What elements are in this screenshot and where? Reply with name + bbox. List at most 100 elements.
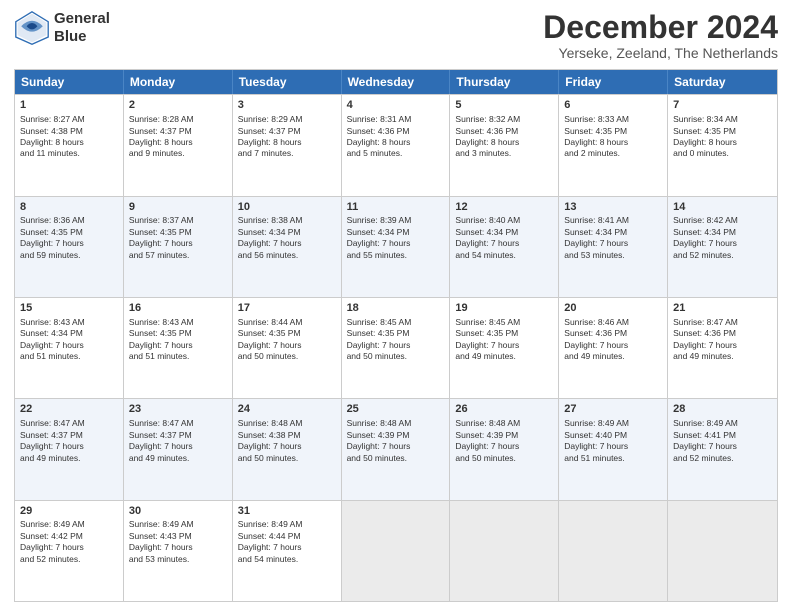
day-cell-10: 10Sunrise: 8:38 AMSunset: 4:34 PMDayligh… bbox=[233, 197, 342, 297]
day-info-line: Sunset: 4:35 PM bbox=[564, 126, 662, 137]
day-info-line: and 52 minutes. bbox=[673, 453, 772, 464]
day-info-line: Sunrise: 8:46 AM bbox=[564, 317, 662, 328]
day-info-line: Sunset: 4:35 PM bbox=[129, 328, 227, 339]
day-cell-25: 25Sunrise: 8:48 AMSunset: 4:39 PMDayligh… bbox=[342, 399, 451, 499]
day-number: 5 bbox=[455, 98, 553, 113]
day-info-line: Sunset: 4:35 PM bbox=[673, 126, 772, 137]
day-header-thursday: Thursday bbox=[450, 70, 559, 94]
day-number: 29 bbox=[20, 504, 118, 519]
day-cell-5: 5Sunrise: 8:32 AMSunset: 4:36 PMDaylight… bbox=[450, 95, 559, 195]
day-number: 20 bbox=[564, 301, 662, 316]
day-cell-19: 19Sunrise: 8:45 AMSunset: 4:35 PMDayligh… bbox=[450, 298, 559, 398]
day-info-line: Daylight: 7 hours bbox=[238, 542, 336, 553]
day-info-line: and 55 minutes. bbox=[347, 250, 445, 261]
day-info-line: Daylight: 7 hours bbox=[564, 441, 662, 452]
day-info-line: and 3 minutes. bbox=[455, 148, 553, 159]
day-info-line: Sunset: 4:35 PM bbox=[129, 227, 227, 238]
day-info-line: Sunrise: 8:45 AM bbox=[347, 317, 445, 328]
day-info-line: and 49 minutes. bbox=[20, 453, 118, 464]
calendar: SundayMondayTuesdayWednesdayThursdayFrid… bbox=[14, 69, 778, 602]
day-info-line: and 7 minutes. bbox=[238, 148, 336, 159]
day-info-line: Sunrise: 8:49 AM bbox=[564, 418, 662, 429]
day-info-line: and 53 minutes. bbox=[564, 250, 662, 261]
day-cell-15: 15Sunrise: 8:43 AMSunset: 4:34 PMDayligh… bbox=[15, 298, 124, 398]
day-info-line: Sunrise: 8:43 AM bbox=[129, 317, 227, 328]
day-info-line: Daylight: 8 hours bbox=[238, 137, 336, 148]
day-info-line: Sunrise: 8:33 AM bbox=[564, 114, 662, 125]
day-info-line: Sunset: 4:35 PM bbox=[20, 227, 118, 238]
header: General Blue December 2024 Yerseke, Zeel… bbox=[14, 10, 778, 61]
day-info-line: Sunrise: 8:38 AM bbox=[238, 215, 336, 226]
week-row-5: 29Sunrise: 8:49 AMSunset: 4:42 PMDayligh… bbox=[15, 500, 777, 601]
day-info-line: and 0 minutes. bbox=[673, 148, 772, 159]
day-info-line: Sunrise: 8:47 AM bbox=[673, 317, 772, 328]
day-info-line: Daylight: 7 hours bbox=[564, 238, 662, 249]
day-info-line: and 5 minutes. bbox=[347, 148, 445, 159]
day-cell-9: 9Sunrise: 8:37 AMSunset: 4:35 PMDaylight… bbox=[124, 197, 233, 297]
day-info-line: Sunset: 4:36 PM bbox=[673, 328, 772, 339]
empty-cell bbox=[668, 501, 777, 601]
day-info-line: Sunrise: 8:48 AM bbox=[347, 418, 445, 429]
day-number: 23 bbox=[129, 402, 227, 417]
day-info-line: Sunrise: 8:44 AM bbox=[238, 317, 336, 328]
day-number: 4 bbox=[347, 98, 445, 113]
day-info-line: Sunset: 4:36 PM bbox=[564, 328, 662, 339]
day-number: 12 bbox=[455, 200, 553, 215]
day-number: 2 bbox=[129, 98, 227, 113]
day-cell-8: 8Sunrise: 8:36 AMSunset: 4:35 PMDaylight… bbox=[15, 197, 124, 297]
day-info-line: Sunset: 4:41 PM bbox=[673, 430, 772, 441]
day-info-line: Daylight: 7 hours bbox=[129, 441, 227, 452]
day-info-line: and 11 minutes. bbox=[20, 148, 118, 159]
day-cell-29: 29Sunrise: 8:49 AMSunset: 4:42 PMDayligh… bbox=[15, 501, 124, 601]
logo: General Blue bbox=[14, 10, 110, 46]
day-info-line: and 54 minutes. bbox=[238, 554, 336, 565]
day-info-line: Sunrise: 8:29 AM bbox=[238, 114, 336, 125]
day-info-line: and 51 minutes. bbox=[20, 351, 118, 362]
day-info-line: Sunrise: 8:49 AM bbox=[673, 418, 772, 429]
day-info-line: Sunset: 4:37 PM bbox=[238, 126, 336, 137]
day-info-line: Daylight: 7 hours bbox=[564, 340, 662, 351]
day-number: 10 bbox=[238, 200, 336, 215]
day-info-line: Sunrise: 8:41 AM bbox=[564, 215, 662, 226]
main-title: December 2024 bbox=[543, 10, 778, 45]
day-info-line: and 53 minutes. bbox=[129, 554, 227, 565]
day-cell-30: 30Sunrise: 8:49 AMSunset: 4:43 PMDayligh… bbox=[124, 501, 233, 601]
day-cell-4: 4Sunrise: 8:31 AMSunset: 4:36 PMDaylight… bbox=[342, 95, 451, 195]
day-number: 13 bbox=[564, 200, 662, 215]
day-info-line: Daylight: 8 hours bbox=[564, 137, 662, 148]
day-cell-18: 18Sunrise: 8:45 AMSunset: 4:35 PMDayligh… bbox=[342, 298, 451, 398]
day-cell-20: 20Sunrise: 8:46 AMSunset: 4:36 PMDayligh… bbox=[559, 298, 668, 398]
day-info-line: Sunrise: 8:48 AM bbox=[455, 418, 553, 429]
day-info-line: Sunrise: 8:39 AM bbox=[347, 215, 445, 226]
day-header-friday: Friday bbox=[559, 70, 668, 94]
day-cell-1: 1Sunrise: 8:27 AMSunset: 4:38 PMDaylight… bbox=[15, 95, 124, 195]
day-info-line: Sunrise: 8:49 AM bbox=[129, 519, 227, 530]
day-info-line: and 50 minutes. bbox=[238, 453, 336, 464]
day-info-line: Daylight: 7 hours bbox=[347, 340, 445, 351]
day-header-wednesday: Wednesday bbox=[342, 70, 451, 94]
page: General Blue December 2024 Yerseke, Zeel… bbox=[0, 0, 792, 612]
day-number: 31 bbox=[238, 504, 336, 519]
day-info-line: Sunset: 4:35 PM bbox=[347, 328, 445, 339]
day-info-line: Sunrise: 8:37 AM bbox=[129, 215, 227, 226]
day-info-line: and 50 minutes. bbox=[455, 453, 553, 464]
day-cell-7: 7Sunrise: 8:34 AMSunset: 4:35 PMDaylight… bbox=[668, 95, 777, 195]
day-info-line: Daylight: 7 hours bbox=[238, 340, 336, 351]
day-info-line: Sunset: 4:34 PM bbox=[673, 227, 772, 238]
day-cell-13: 13Sunrise: 8:41 AMSunset: 4:34 PMDayligh… bbox=[559, 197, 668, 297]
day-info-line: Sunrise: 8:47 AM bbox=[20, 418, 118, 429]
subtitle: Yerseke, Zeeland, The Netherlands bbox=[543, 45, 778, 61]
title-block: December 2024 Yerseke, Zeeland, The Neth… bbox=[543, 10, 778, 61]
day-info-line: Daylight: 7 hours bbox=[20, 441, 118, 452]
day-info-line: and 50 minutes. bbox=[238, 351, 336, 362]
day-info-line: Daylight: 7 hours bbox=[455, 441, 553, 452]
day-cell-21: 21Sunrise: 8:47 AMSunset: 4:36 PMDayligh… bbox=[668, 298, 777, 398]
day-info-line: Daylight: 7 hours bbox=[129, 340, 227, 351]
day-header-tuesday: Tuesday bbox=[233, 70, 342, 94]
day-number: 30 bbox=[129, 504, 227, 519]
day-number: 6 bbox=[564, 98, 662, 113]
calendar-header: SundayMondayTuesdayWednesdayThursdayFrid… bbox=[15, 70, 777, 94]
day-info-line: Sunrise: 8:27 AM bbox=[20, 114, 118, 125]
day-info-line: Sunset: 4:44 PM bbox=[238, 531, 336, 542]
empty-cell bbox=[342, 501, 451, 601]
